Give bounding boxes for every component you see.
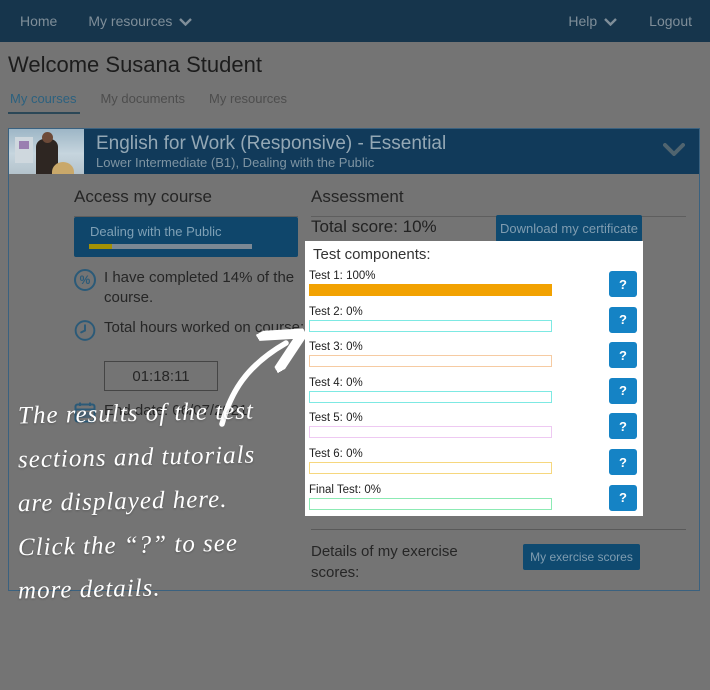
test-label: Final Test: 0%	[309, 484, 639, 496]
test-components-title: Test components:	[313, 246, 431, 263]
test-progress-bar	[309, 320, 552, 332]
course-title-block: English for Work (Responsive) - Essentia…	[96, 133, 663, 170]
nav-home[interactable]: Home	[20, 13, 57, 29]
test-progress-bar	[309, 355, 552, 367]
tab-my-courses[interactable]: My courses	[10, 91, 76, 120]
help-button[interactable]: ?	[609, 271, 637, 297]
assessment-heading: Assessment	[311, 187, 686, 217]
end-date-text: End date: 06/07/2021	[104, 401, 309, 421]
test-label: Test 6: 0%	[309, 448, 639, 460]
download-certificate-button[interactable]: Download my certificate	[496, 215, 642, 242]
nav-help-label: Help	[568, 13, 597, 29]
nav-my-resources-label: My resources	[88, 13, 172, 29]
tab-my-documents[interactable]: My documents	[100, 91, 185, 120]
nav-logout[interactable]: Logout	[649, 13, 692, 29]
completed-text: I have completed 14% of the course.	[104, 268, 309, 308]
chevron-down-icon	[604, 13, 617, 29]
test-row: Test 3: 0%?	[309, 341, 639, 375]
module-progress-fill	[89, 244, 112, 249]
course-title: English for Work (Responsive) - Essentia…	[96, 133, 663, 155]
course-subtitle: Lower Intermediate (B1), Dealing with th…	[96, 155, 663, 170]
top-navbar: Home My resources Help Logout	[0, 0, 710, 42]
exercise-scores-label: Details of my exercise scores:	[311, 541, 476, 583]
test-progress-bar	[309, 426, 552, 438]
active-tab-underline	[8, 112, 80, 114]
nav-help[interactable]: Help	[568, 13, 617, 29]
test-components-panel: Test components: Test 1: 100%?Test 2: 0%…	[305, 241, 643, 516]
module-button-label: Dealing with the Public	[74, 217, 298, 239]
collapse-chevron-icon[interactable]	[663, 143, 685, 161]
module-progress-track	[89, 244, 252, 249]
test-row: Test 2: 0%?	[309, 306, 639, 340]
nav-logout-label: Logout	[649, 13, 692, 29]
percent-icon: %	[74, 269, 96, 291]
nav-my-resources[interactable]: My resources	[88, 13, 192, 29]
test-label: Test 4: 0%	[309, 377, 639, 389]
hours-value-box: 01:18:11	[104, 361, 218, 391]
calendar-icon	[74, 401, 96, 423]
test-progress-bar	[309, 462, 552, 474]
total-score-text: Total score: 10%	[311, 217, 437, 237]
test-row: Test 6: 0%?	[309, 448, 639, 482]
test-progress-bar	[309, 284, 552, 296]
test-label: Test 1: 100%	[309, 270, 639, 282]
access-course-heading: Access my course	[74, 187, 298, 217]
test-progress-bar	[309, 498, 552, 510]
test-row: Final Test: 0%?	[309, 484, 639, 518]
help-button[interactable]: ?	[609, 378, 637, 404]
nav-home-label: Home	[20, 13, 57, 29]
module-button-dealing-with-public[interactable]: Dealing with the Public	[74, 217, 298, 257]
test-label: Test 5: 0%	[309, 412, 639, 424]
hours-value: 01:18:11	[132, 368, 189, 385]
tab-bar: My courses My documents My resources	[10, 91, 287, 120]
page-title: Welcome Susana Student	[8, 52, 262, 78]
test-row: Test 1: 100%?	[309, 270, 639, 304]
help-button[interactable]: ?	[609, 307, 637, 333]
help-button[interactable]: ?	[609, 485, 637, 511]
help-button[interactable]: ?	[609, 342, 637, 368]
clock-icon	[74, 319, 96, 341]
chevron-down-icon	[179, 13, 192, 29]
course-thumbnail-image	[9, 129, 84, 174]
assessment-divider	[311, 529, 686, 530]
test-progress-bar	[309, 391, 552, 403]
test-row: Test 4: 0%?	[309, 377, 639, 411]
test-label: Test 2: 0%	[309, 306, 639, 318]
tab-my-resources[interactable]: My resources	[209, 91, 287, 120]
hours-label: Total hours worked on course:	[104, 318, 309, 338]
help-button[interactable]: ?	[609, 449, 637, 475]
my-exercise-scores-button[interactable]: My exercise scores	[523, 544, 640, 570]
test-label: Test 3: 0%	[309, 341, 639, 353]
help-button[interactable]: ?	[609, 413, 637, 439]
course-header[interactable]: English for Work (Responsive) - Essentia…	[9, 129, 699, 174]
test-row: Test 5: 0%?	[309, 412, 639, 446]
